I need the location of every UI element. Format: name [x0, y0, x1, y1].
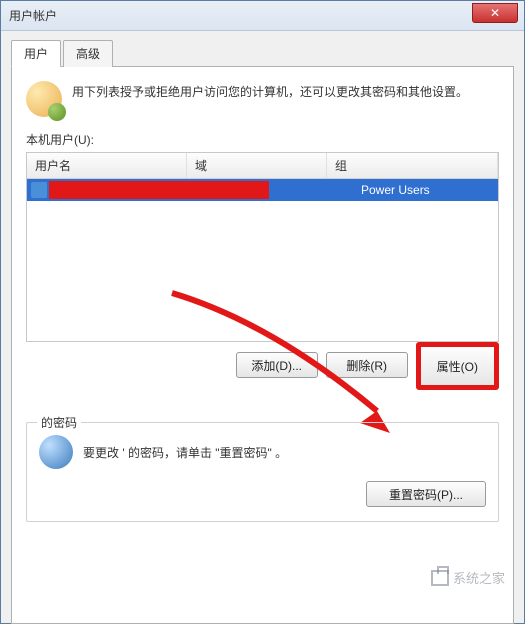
- table-header: 用户名 域 组: [27, 153, 498, 179]
- column-username[interactable]: 用户名: [27, 153, 187, 178]
- reset-password-button[interactable]: 重置密码(P)...: [366, 481, 486, 507]
- close-icon: ✕: [490, 6, 500, 20]
- properties-button[interactable]: 属性(O): [416, 342, 499, 390]
- password-row: 要更改 ' 的密码，请单击 "重置密码" 。: [39, 435, 486, 469]
- watermark: 系统之家: [431, 568, 505, 587]
- watermark-icon: [431, 570, 449, 586]
- table-row[interactable]: Power Users: [27, 179, 498, 201]
- user-accounts-window: 用户帐户 ✕ 用户 高级 用下列表授予或拒绝用户访问您的计算机，还可以更改其密码…: [0, 0, 525, 624]
- titlebar: 用户帐户 ✕: [1, 1, 524, 31]
- remove-button-label: 删除(R): [346, 357, 387, 374]
- user-buttons-row: 添加(D)... 删除(R) 属性(O): [26, 352, 499, 400]
- password-text: 要更改 ' 的密码，请单击 "重置密码" 。: [83, 444, 287, 461]
- reset-password-label: 重置密码(P)...: [389, 486, 463, 503]
- properties-button-label: 属性(O): [437, 358, 478, 375]
- users-list[interactable]: 用户名 域 组 Power Users: [26, 152, 499, 342]
- user-row-icon: [31, 182, 47, 198]
- password-button-row: 重置密码(P)...: [39, 481, 486, 507]
- tab-advanced-label: 高级: [76, 47, 100, 61]
- tab-users-label: 用户: [24, 47, 48, 61]
- close-button[interactable]: ✕: [472, 3, 518, 23]
- tab-panel-users: 用下列表授予或拒绝用户访问您的计算机，还可以更改其密码和其他设置。 本机用户(U…: [11, 66, 514, 624]
- column-group[interactable]: 组: [327, 153, 498, 178]
- intro-text: 用下列表授予或拒绝用户访问您的计算机，还可以更改其密码和其他设置。: [72, 81, 468, 117]
- cell-group: Power Users: [353, 183, 498, 197]
- local-users-label: 本机用户(U):: [26, 131, 499, 148]
- watermark-text: 系统之家: [453, 568, 505, 587]
- content-area: 用户 高级 用下列表授予或拒绝用户访问您的计算机，还可以更改其密码和其他设置。 …: [1, 31, 524, 634]
- redacted-username: [49, 181, 269, 199]
- window-title: 用户帐户: [1, 7, 57, 24]
- column-domain[interactable]: 域: [187, 153, 327, 178]
- password-legend: 的密码: [37, 414, 81, 431]
- password-group: 的密码 要更改 ' 的密码，请单击 "重置密码" 。 重置密码(P)...: [26, 422, 499, 522]
- add-button[interactable]: 添加(D)...: [236, 352, 318, 378]
- users-icon: [26, 81, 62, 117]
- user-key-icon: [39, 435, 73, 469]
- add-button-label: 添加(D)...: [251, 357, 302, 374]
- tab-users[interactable]: 用户: [11, 40, 61, 67]
- tab-strip: 用户 高级: [11, 40, 514, 67]
- remove-button[interactable]: 删除(R): [326, 352, 408, 378]
- intro-row: 用下列表授予或拒绝用户访问您的计算机，还可以更改其密码和其他设置。: [26, 81, 499, 117]
- tab-advanced[interactable]: 高级: [63, 40, 113, 67]
